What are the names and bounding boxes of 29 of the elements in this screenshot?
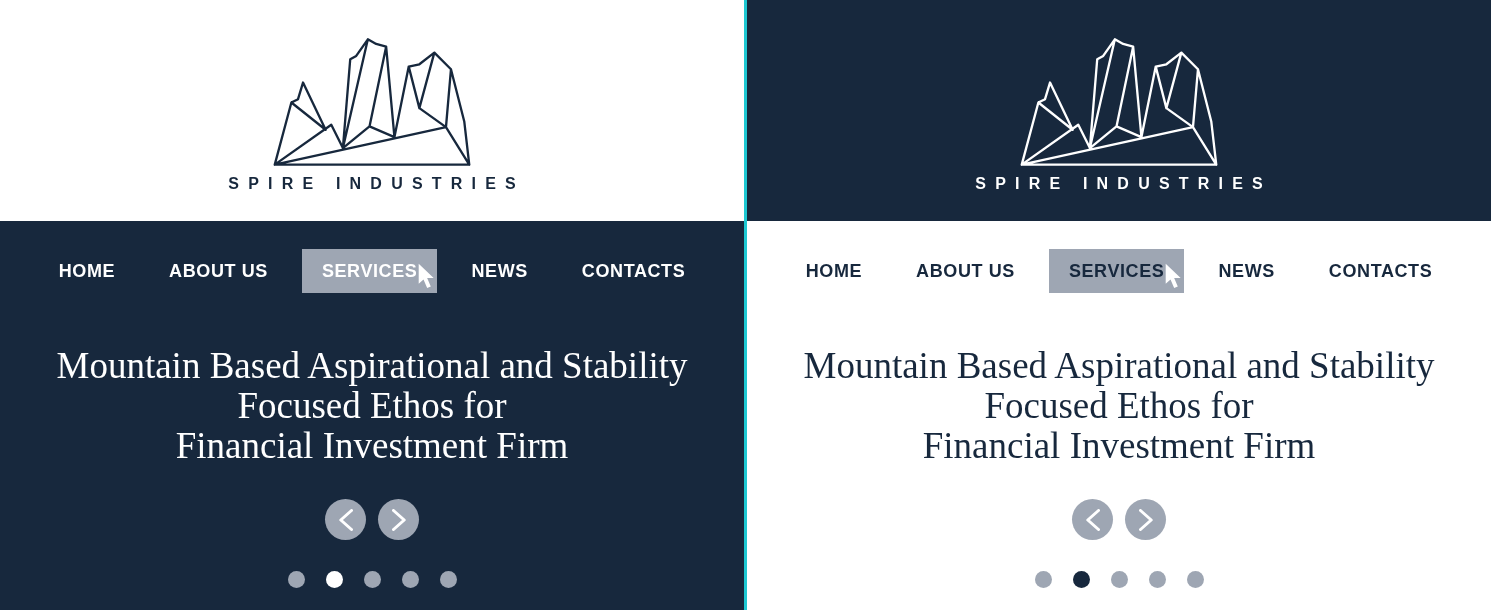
slide-dot[interactable]: [1034, 571, 1052, 588]
nav-link[interactable]: NEWS: [451, 249, 548, 293]
next-button[interactable]: [378, 499, 419, 540]
previous-button[interactable]: [325, 499, 366, 540]
slide-dot[interactable]: [325, 571, 343, 588]
nav-link[interactable]: SERVICES: [1048, 249, 1185, 293]
nav-link[interactable]: HOME: [38, 249, 136, 293]
brand-name: SPIRE INDUSTRIES: [227, 174, 525, 194]
chevron-left-icon: [1085, 508, 1100, 531]
slide-dot[interactable]: [1072, 571, 1090, 588]
nav-link[interactable]: NEWS: [1198, 249, 1295, 293]
slide-dot[interactable]: [1186, 571, 1204, 588]
brand-name: SPIRE INDUSTRIES: [974, 174, 1272, 194]
headline: Mountain Based Aspirational and Stability Focused Ethos for Financial Investment Firm: [803, 346, 1435, 466]
slide-dot[interactable]: [1148, 571, 1166, 588]
nav-link[interactable]: HOME: [785, 249, 883, 293]
slide-dot[interactable]: [439, 571, 457, 588]
nav-link[interactable]: ABOUT US: [149, 249, 288, 293]
slide-dot[interactable]: [363, 571, 381, 588]
slide-dot[interactable]: [1110, 571, 1128, 588]
nav-link[interactable]: CONTACTS: [1308, 249, 1453, 293]
nav-link[interactable]: CONTACTS: [561, 249, 706, 293]
headline: Mountain Based Aspirational and Stability Focused Ethos for Financial Investment Firm: [56, 346, 688, 466]
slide-dot[interactable]: [401, 571, 419, 588]
chevron-right-icon: [391, 508, 406, 531]
chevron-left-icon: [338, 508, 353, 531]
chevron-right-icon: [1138, 508, 1153, 531]
nav-link[interactable]: ABOUT US: [896, 249, 1035, 293]
slide-dot[interactable]: [287, 571, 305, 588]
